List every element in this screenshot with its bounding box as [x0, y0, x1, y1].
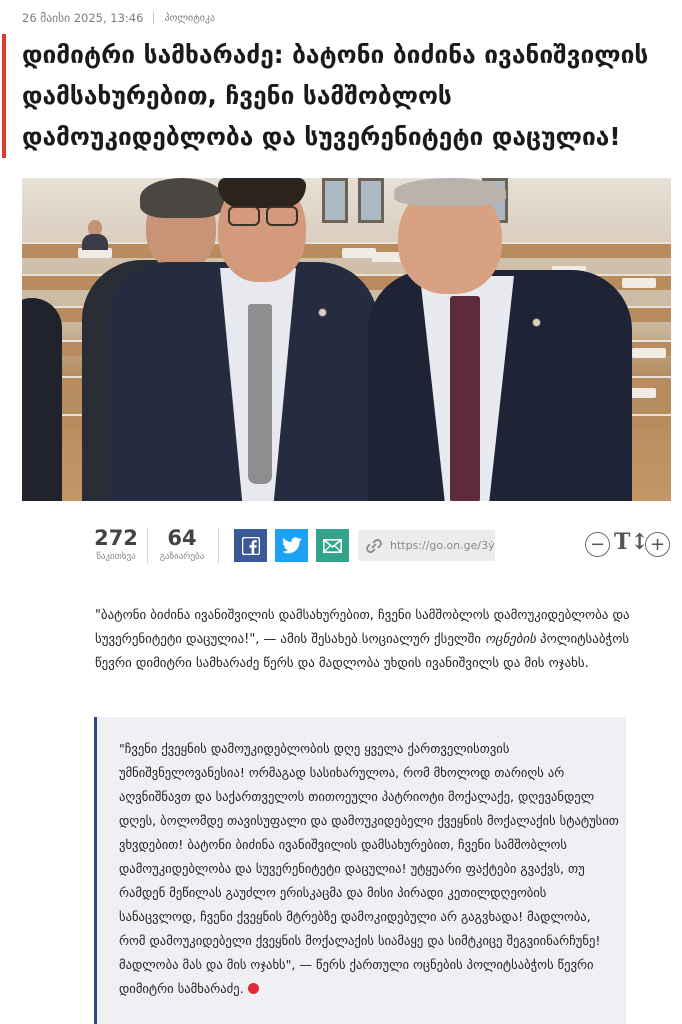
blockquote: "ჩვენი ქვეყნის დამოუკიდებლობის დღე ყველა…: [94, 717, 626, 1024]
publish-date: 26 მაისი 2025, 13:46: [22, 11, 144, 25]
lead-party-link[interactable]: ოცნების: [485, 632, 536, 647]
shares-counter: 64 გაზიარება: [154, 526, 210, 564]
short-link-text: https://go.on.ge/3ẏ: [390, 539, 495, 552]
font-increase-button[interactable]: +: [645, 532, 670, 557]
quote-text: "ჩვენი ქვეყნის დამოუკიდებლობის დღე ყველა…: [119, 741, 619, 996]
article-lead: "ბატონი ბიძინა ივანიშვილის დამსახურებით,…: [95, 604, 655, 676]
category-link[interactable]: პოლიტიკა: [164, 13, 215, 24]
stats-divider: [218, 528, 219, 564]
article-meta: 26 მაისი 2025, 13:46 პოლიტიკა: [22, 11, 215, 25]
twitter-icon: [281, 537, 302, 554]
views-count: 272: [94, 526, 138, 550]
article-photo: [22, 178, 671, 501]
email-share-button[interactable]: [316, 529, 349, 562]
meta-divider: [153, 12, 155, 24]
title-accent-bar: [2, 34, 6, 158]
views-counter: 272 წაკითხვა: [94, 526, 138, 564]
facebook-icon: [241, 536, 260, 555]
article-title: დიმიტრი სამხარაძე: ბატონი ბიძინა ივანიშვ…: [22, 40, 649, 151]
plus-icon: +: [645, 532, 670, 557]
text-size-icon: T↕: [614, 529, 649, 555]
stats-divider: [147, 528, 148, 564]
short-link-field[interactable]: https://go.on.ge/3ẏ: [358, 530, 495, 561]
shares-count: 64: [167, 526, 197, 550]
twitter-share-button[interactable]: [275, 529, 308, 562]
email-icon: [323, 538, 342, 553]
facebook-share-button[interactable]: [234, 529, 267, 562]
minus-icon: −: [585, 532, 610, 557]
font-size-indicator: T↕: [614, 529, 649, 555]
article-toolbar: 272 წაკითხვა 64 გაზიარება https://go.on.…: [94, 526, 678, 566]
shares-label: გაზიარება: [159, 552, 205, 562]
quote-body: "ჩვენი ქვეყნის დამოუკიდებლობის დღე ყველა…: [119, 737, 619, 1001]
end-marker-dot: [247, 983, 259, 994]
link-icon: [366, 538, 382, 554]
font-decrease-button[interactable]: −: [585, 532, 610, 557]
views-label: წაკითხვა: [96, 552, 136, 562]
